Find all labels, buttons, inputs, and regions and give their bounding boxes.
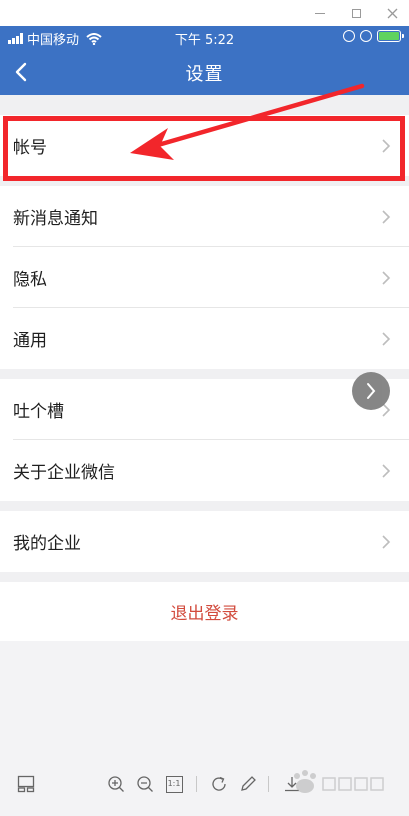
minimize-icon <box>315 12 325 14</box>
pencil-icon <box>241 776 256 791</box>
baidu-watermark-logo <box>294 770 384 793</box>
window-controls <box>0 0 409 26</box>
status-bar: 中国移动 下午 5:22 <box>0 26 409 48</box>
zoom-out-icon <box>137 776 153 792</box>
zoom-out-button[interactable] <box>135 774 155 794</box>
rotate-icon <box>212 776 226 791</box>
close-button[interactable] <box>385 6 399 20</box>
chevron-right-icon <box>382 331 391 346</box>
settings-item-privacy[interactable]: 隐私 <box>0 247 409 308</box>
actual-size-label: 1:1 <box>167 779 181 788</box>
edit-button[interactable] <box>238 774 258 794</box>
maximize-icon <box>351 8 361 18</box>
settings-item-notifications[interactable]: 新消息通知 <box>0 186 409 247</box>
settings-item-label: 通用 <box>13 331 47 351</box>
chevron-right-icon <box>382 209 391 224</box>
settings-item-label: 新消息通知 <box>13 209 98 229</box>
group-spacer <box>0 369 409 379</box>
maximize-button[interactable] <box>349 6 363 20</box>
settings-item-about[interactable]: 关于企业微信 <box>0 440 409 501</box>
thumbnail-view-button[interactable] <box>16 774 36 794</box>
actual-size-button[interactable]: 1:1 <box>164 774 184 794</box>
settings-item-general[interactable]: 通用 <box>0 308 409 369</box>
group-spacer <box>0 572 409 582</box>
thumbnail-icon <box>17 775 35 793</box>
settings-item-label: 关于企业微信 <box>13 463 115 483</box>
app-header: 中国移动 下午 5:22 设置 <box>0 26 409 95</box>
page-title: 设置 <box>185 64 224 85</box>
chevron-right-icon <box>367 383 376 399</box>
actual-size-icon: 1:1 <box>165 775 183 793</box>
floating-next-button[interactable] <box>352 372 390 410</box>
annotation-highlight-box <box>3 116 405 181</box>
chevron-right-icon <box>382 534 391 549</box>
zoom-in-icon <box>108 776 124 792</box>
group-spacer <box>0 95 409 115</box>
settings-item-label: 吐个槽 <box>13 402 64 422</box>
status-icons <box>343 30 404 42</box>
rotate-button[interactable] <box>209 774 229 794</box>
viewer-toolbar: 1:1 <box>0 760 409 810</box>
chevron-right-icon <box>382 270 391 285</box>
settings-item-label: 隐私 <box>13 270 47 290</box>
logout-button[interactable]: 退出登录 <box>0 582 409 641</box>
settings-item-label: 我的企业 <box>13 534 81 554</box>
group-spacer <box>0 501 409 511</box>
chevron-right-icon <box>382 463 391 478</box>
zoom-in-button[interactable] <box>106 774 126 794</box>
battery-icon <box>377 30 404 42</box>
settings-item-feedback[interactable]: 吐个槽 <box>0 379 409 440</box>
close-icon <box>387 8 397 18</box>
settings-item-my-company[interactable]: 我的企业 <box>0 511 409 572</box>
alarm-icon <box>360 30 372 42</box>
minimize-button[interactable] <box>313 6 327 20</box>
nav-bar: 设置 <box>0 48 409 95</box>
lock-rotation-icon <box>343 30 355 42</box>
